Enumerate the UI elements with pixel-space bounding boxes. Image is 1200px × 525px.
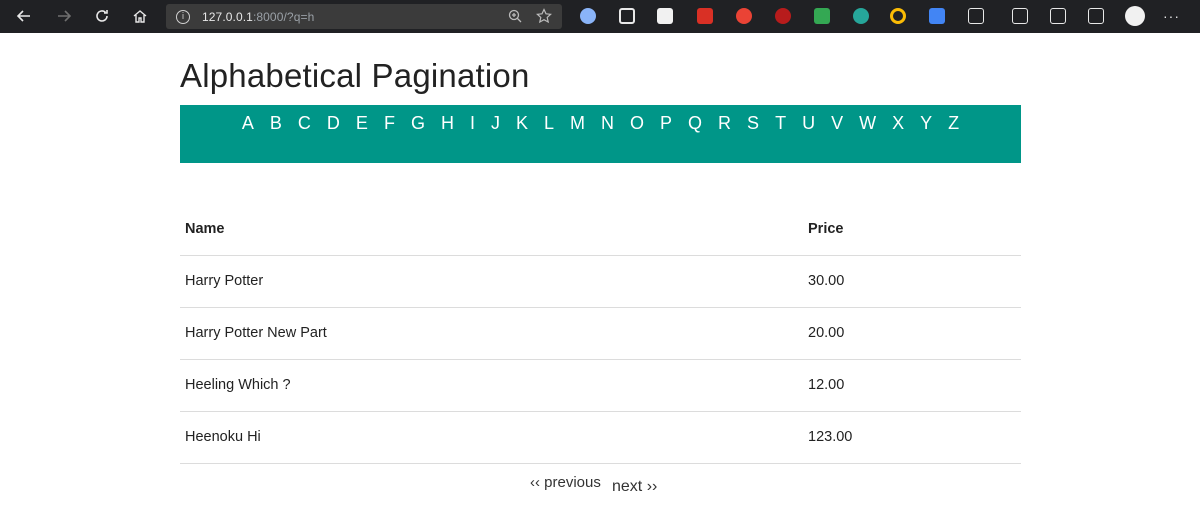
alphabet-nav: ABCDEFGHIJKLMNOPQRSTUVWXYZ: [180, 105, 1021, 163]
letter-link-c[interactable]: C: [290, 109, 319, 137]
letter-link-g[interactable]: G: [403, 109, 433, 137]
letter-link-m[interactable]: M: [562, 109, 593, 137]
cell-price: 30.00: [803, 255, 1021, 308]
zoom-icon[interactable]: [508, 9, 522, 23]
collections-icon[interactable]: [1012, 8, 1028, 24]
forward-button[interactable]: [50, 2, 78, 30]
cell-price: 12.00: [803, 359, 1021, 412]
letter-link-z[interactable]: Z: [940, 109, 967, 137]
letter-link-i[interactable]: I: [462, 109, 483, 137]
back-button[interactable]: [10, 2, 38, 30]
refresh-button[interactable]: [88, 2, 116, 30]
extension-circle-icon[interactable]: [580, 8, 596, 24]
info-icon[interactable]: i: [176, 9, 190, 24]
cell-name: Heenoku Hi: [180, 411, 803, 464]
feedback-icon[interactable]: [1050, 8, 1066, 24]
table-row: Harry Potter 30.00: [180, 255, 1021, 308]
profile-avatar[interactable]: [1125, 6, 1145, 26]
url-text: 127.0.0.1:8000/?q=h: [202, 10, 314, 24]
letter-link-p[interactable]: P: [652, 109, 680, 137]
next-page-link[interactable]: next ››: [612, 478, 657, 496]
column-header-price: Price: [803, 203, 1021, 256]
letter-link-h[interactable]: H: [433, 109, 462, 137]
letter-link-n[interactable]: N: [593, 109, 622, 137]
extension-window-icon[interactable]: [619, 8, 635, 24]
page-title: Alphabetical Pagination: [180, 57, 530, 94]
extension-ublock-icon[interactable]: [775, 8, 791, 24]
letter-link-y[interactable]: Y: [912, 109, 940, 137]
letter-link-l[interactable]: L: [536, 109, 562, 137]
extension-m-icon[interactable]: [853, 8, 869, 24]
letter-link-f[interactable]: F: [376, 109, 403, 137]
browser-toolbar: i 127.0.0.1:8000/?q=h ···: [0, 0, 1200, 33]
table-row: Heenoku Hi 123.00: [180, 411, 1021, 464]
table-row: Heeling Which ? 12.00: [180, 359, 1021, 412]
letter-link-r[interactable]: R: [710, 109, 739, 137]
arrow-left-icon: [16, 10, 30, 22]
more-menu-button[interactable]: ···: [1163, 8, 1180, 24]
letter-link-d[interactable]: D: [319, 109, 348, 137]
arrow-right-icon: [58, 10, 72, 22]
page-content: Alphabetical Pagination ABCDEFGHIJKLMNOP…: [180, 33, 1021, 495]
letter-link-o[interactable]: O: [622, 109, 652, 137]
letter-link-a[interactable]: A: [234, 109, 262, 137]
products-table: Name Price Harry Potter 30.00 Harry Pott…: [180, 203, 1021, 464]
home-icon: [133, 10, 147, 23]
letter-link-j[interactable]: J: [483, 109, 508, 137]
previous-page-link[interactable]: ‹‹ previous: [530, 474, 601, 491]
table-row: Harry Potter New Part 20.00: [180, 307, 1021, 360]
letter-link-b[interactable]: B: [262, 109, 290, 137]
favorite-star-icon[interactable]: [536, 8, 552, 24]
extension-notion-icon[interactable]: [657, 8, 673, 24]
extension-download-icon[interactable]: [814, 8, 830, 24]
cell-name: Heeling Which ?: [180, 359, 803, 412]
refresh-icon: [96, 10, 108, 22]
column-header-name: Name: [180, 203, 803, 256]
letter-link-u[interactable]: U: [794, 109, 823, 137]
url-path: :8000/?q=h: [252, 9, 315, 24]
url-host: 127.0.0.1: [202, 9, 253, 24]
letter-link-t[interactable]: T: [767, 109, 794, 137]
home-button[interactable]: [126, 2, 154, 30]
letter-link-q[interactable]: Q: [680, 109, 710, 137]
letter-link-s[interactable]: S: [739, 109, 767, 137]
cell-price: 20.00: [803, 307, 1021, 360]
extension-translate-icon[interactable]: [929, 8, 945, 24]
share-icon[interactable]: [1088, 8, 1104, 24]
table-header-row: Name Price: [180, 203, 1021, 256]
letter-link-e[interactable]: E: [348, 109, 376, 137]
extensions-puzzle-icon[interactable]: [968, 8, 984, 24]
cell-name: Harry Potter New Part: [180, 307, 803, 360]
extension-stop-icon[interactable]: [736, 8, 752, 24]
cell-price: 123.00: [803, 411, 1021, 464]
letter-link-x[interactable]: X: [884, 109, 912, 137]
letter-link-k[interactable]: K: [508, 109, 536, 137]
letter-link-v[interactable]: V: [823, 109, 851, 137]
extension-mendeley-icon[interactable]: [697, 8, 713, 24]
letter-link-w[interactable]: W: [851, 109, 884, 137]
address-bar[interactable]: i 127.0.0.1:8000/?q=h: [166, 4, 562, 29]
cell-name: Harry Potter: [180, 255, 803, 308]
extension-ring-icon[interactable]: [890, 8, 906, 24]
